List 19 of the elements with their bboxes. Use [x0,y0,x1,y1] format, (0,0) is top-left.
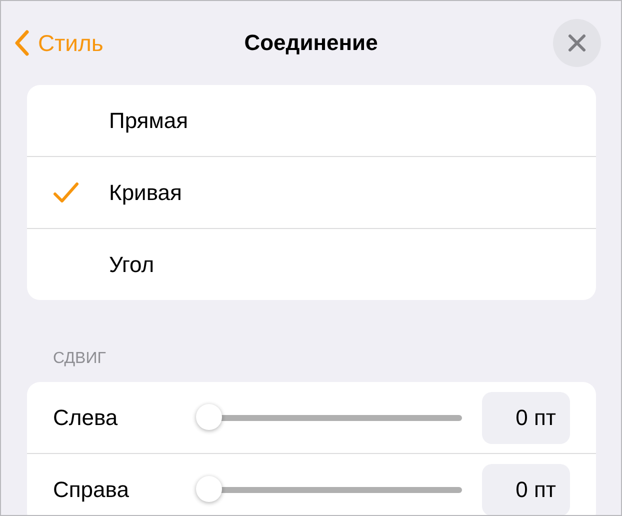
close-button[interactable] [553,19,601,67]
close-icon [567,33,587,53]
slider-label: Справа [53,476,130,502]
option-label: Угол [109,252,154,278]
option-row[interactable]: Угол [27,228,596,300]
panel-title: Соединение [244,30,378,56]
option-label: Прямая [109,108,188,134]
option-row[interactable]: Прямая [27,85,596,156]
slider[interactable] [196,476,462,504]
slider-label: Слева [53,404,119,430]
option-row[interactable]: Кривая [27,156,596,228]
value-field[interactable]: 0 пт [482,392,570,444]
slider[interactable] [196,404,462,432]
value-field[interactable]: 0 пт [482,464,570,515]
option-label: Кривая [109,180,182,206]
slider-thumb[interactable] [196,404,222,430]
chevron-icon [15,30,29,56]
slider-thumb[interactable] [196,476,222,502]
section-heading: СДВИГ [52,349,107,369]
